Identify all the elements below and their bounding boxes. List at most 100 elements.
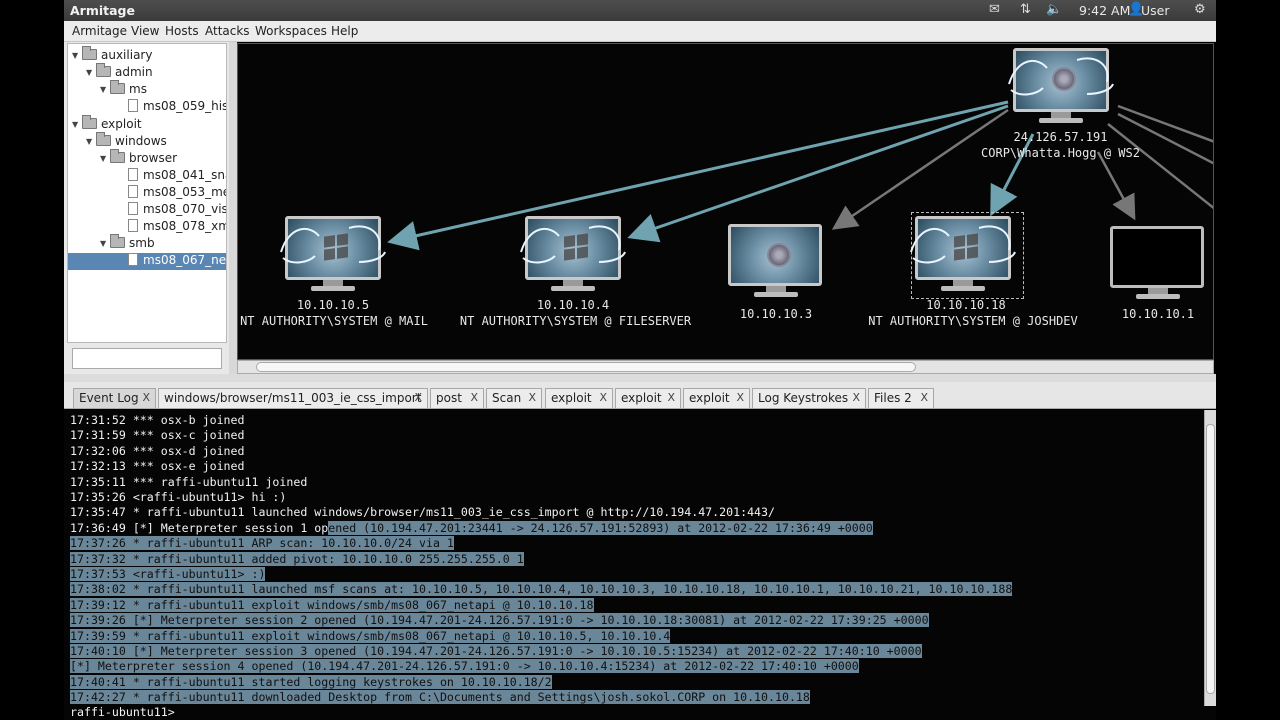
file-icon [128, 253, 138, 266]
file-icon [128, 219, 138, 232]
log-text-selected: ened (10.194.47.201:23441 -> 24.126.57.1… [328, 520, 873, 535]
menu-hosts[interactable]: Hosts [165, 24, 199, 38]
mail-icon[interactable]: ✉ [989, 2, 1000, 17]
log-line: 17:37:53 <raffi-ubuntu11> :) [70, 567, 266, 582]
log-line: 17:40:41 * raffi-ubuntu11 started loggin… [70, 674, 552, 690]
log-text: 17:32:13 *** osx-e joined [70, 459, 245, 474]
tab-ms11-003[interactable]: windows/browser/ms11_003_ie_css_import X [158, 388, 428, 408]
folder-icon [96, 63, 111, 77]
console-vertical-scrollbar[interactable] [1204, 410, 1216, 706]
close-icon[interactable]: X [852, 391, 860, 404]
tab-scan[interactable]: Scan X [486, 388, 542, 408]
tab-post[interactable]: post X [430, 388, 484, 408]
host-ip-label: 10.10.10.4 [536, 298, 610, 312]
tab-event-log[interactable]: Event Log X [73, 388, 156, 408]
log-text: 17:32:06 *** osx-d joined [70, 443, 245, 458]
os-logo-icon [1052, 67, 1076, 91]
user-menu[interactable]: User [1141, 3, 1170, 18]
tree-node-exploit[interactable]: ▼ exploit [72, 115, 142, 134]
log-text: 17:31:59 *** osx-c joined [70, 428, 245, 443]
host-session-label: CORP\Whatta.Hogg @ WS2 [981, 146, 1140, 160]
tree-node-admin[interactable]: ▼ admin [86, 63, 153, 82]
log-text: 17:35:26 <raffi-ubuntu11> hi :) [70, 490, 287, 504]
expander-icon[interactable]: ▼ [86, 137, 96, 146]
scrollbar-thumb[interactable] [256, 362, 916, 372]
target-graph[interactable]: 24.126.57.191 CORP\Whatta.Hogg @ WS2 10.… [237, 43, 1214, 360]
log-text-selected: [*] Meterpreter session 4 opened (10.194… [70, 659, 859, 674]
horizontal-splitter[interactable] [64, 374, 1216, 382]
host-ip-label: 10.10.10.5 [296, 298, 370, 312]
expander-icon[interactable]: ▼ [100, 154, 110, 163]
close-icon[interactable]: X [599, 391, 607, 404]
expander-icon[interactable]: ▼ [86, 68, 96, 77]
log-line: 17:39:12 * raffi-ubuntu11 exploit window… [70, 597, 594, 613]
module-search-input[interactable] [72, 348, 222, 369]
menu-view[interactable]: View [131, 24, 159, 38]
log-text-selected: 17:39:59 * raffi-ubuntu11 exploit window… [70, 628, 671, 643]
tree-node-ms[interactable]: ▼ ms [100, 80, 147, 99]
close-icon[interactable]: X [920, 391, 928, 404]
tree-node-auxiliary[interactable]: ▼ auxiliary [72, 46, 152, 65]
tree-node-module[interactable]: ms08_053_me [128, 185, 226, 202]
clock[interactable]: 9:42 AM [1079, 3, 1130, 18]
vertical-splitter[interactable] [229, 42, 237, 378]
expander-icon[interactable]: ▼ [72, 51, 82, 60]
pivot-arrow [831, 108, 1009, 230]
close-icon[interactable]: X [470, 391, 478, 404]
windows-logo-icon [324, 233, 348, 261]
network-icon[interactable]: ⇅ [1020, 2, 1031, 17]
tab-files[interactable]: Files 2X [868, 388, 934, 408]
power-icon[interactable]: ⚙ [1194, 2, 1206, 17]
scrollbar-thumb[interactable] [1206, 424, 1215, 694]
file-icon [128, 168, 138, 181]
os-logo-icon [767, 243, 791, 267]
tree-node-module[interactable]: ms08_078_xml [128, 219, 226, 236]
folder-icon [110, 80, 125, 94]
log-line: [*] Meterpreter session 4 opened (10.194… [70, 659, 859, 674]
event-log-console[interactable]: 17:31:52 *** osx-b joined 17:31:59 *** os… [64, 410, 1204, 706]
log-text-selected: 17:37:32 * raffi-ubuntu11 added pivot: 1… [70, 551, 524, 566]
log-text: 17:35:11 *** raffi-ubuntu11 joined [70, 474, 308, 489]
tree-node-module[interactable]: ms08_070_visu [128, 202, 226, 219]
tab-log-keystrokes[interactable]: Log Keystrokes X [752, 388, 866, 408]
menu-help[interactable]: Help [331, 24, 358, 38]
tab-exploit[interactable]: exploit X [615, 388, 681, 408]
tree-node-module[interactable]: ms08_059_his [128, 99, 226, 116]
tab-exploit[interactable]: exploit X [545, 388, 613, 408]
menu-workspaces[interactable]: Workspaces [255, 24, 327, 38]
log-text-selected: 17:39:26 [*] Meterpreter session 2 opene… [70, 613, 929, 628]
expander-icon[interactable]: ▼ [100, 239, 110, 248]
tree-node-module[interactable]: ms08_041_sna [128, 168, 226, 185]
module-tree[interactable]: ▼ auxiliary ▼ admin ▼ ms ms08_059_his ▼ expl… [67, 43, 227, 343]
expander-icon[interactable]: ▼ [72, 120, 82, 129]
log-line: 17:35:26 <raffi-ubuntu11> hi :) [70, 490, 286, 505]
close-icon[interactable]: X [736, 391, 744, 404]
volume-icon[interactable]: 🔈 [1046, 2, 1062, 17]
file-icon [128, 185, 138, 198]
tree-node-selected-module[interactable]: ms08_067_net [68, 253, 226, 270]
monitor-icon [915, 216, 1011, 280]
menu-armitage[interactable]: Armitage [72, 24, 127, 38]
app-title: Armitage [70, 3, 135, 18]
close-icon[interactable]: X [414, 391, 422, 404]
host-ip-label: 10.10.10.18 [926, 298, 1006, 312]
expander-icon[interactable]: ▼ [100, 85, 110, 94]
console-input-row[interactable]: raffi-ubuntu11> [64, 705, 1216, 720]
close-icon[interactable]: X [528, 391, 536, 404]
close-icon[interactable]: X [667, 391, 675, 404]
monitor-icon [1013, 48, 1109, 112]
log-text-selected: 17:39:12 * raffi-ubuntu11 exploit window… [70, 597, 594, 612]
folder-icon [96, 132, 111, 146]
console-prompt: raffi-ubuntu11> [70, 705, 175, 719]
tree-node-smb[interactable]: ▼ smb [100, 234, 155, 253]
log-line: 17:40:10 [*] Meterpreter session 3 opene… [70, 644, 922, 659]
close-icon[interactable]: X [142, 391, 150, 404]
windows-logo-icon [954, 233, 978, 261]
graph-horizontal-scrollbar[interactable] [237, 360, 1214, 374]
tree-node-browser[interactable]: ▼ browser [100, 149, 177, 168]
tree-node-windows[interactable]: ▼ windows [86, 132, 167, 151]
folder-icon [110, 149, 125, 163]
folder-icon [82, 115, 97, 129]
menu-attacks[interactable]: Attacks [205, 24, 250, 38]
tab-exploit[interactable]: exploit X [683, 388, 750, 408]
